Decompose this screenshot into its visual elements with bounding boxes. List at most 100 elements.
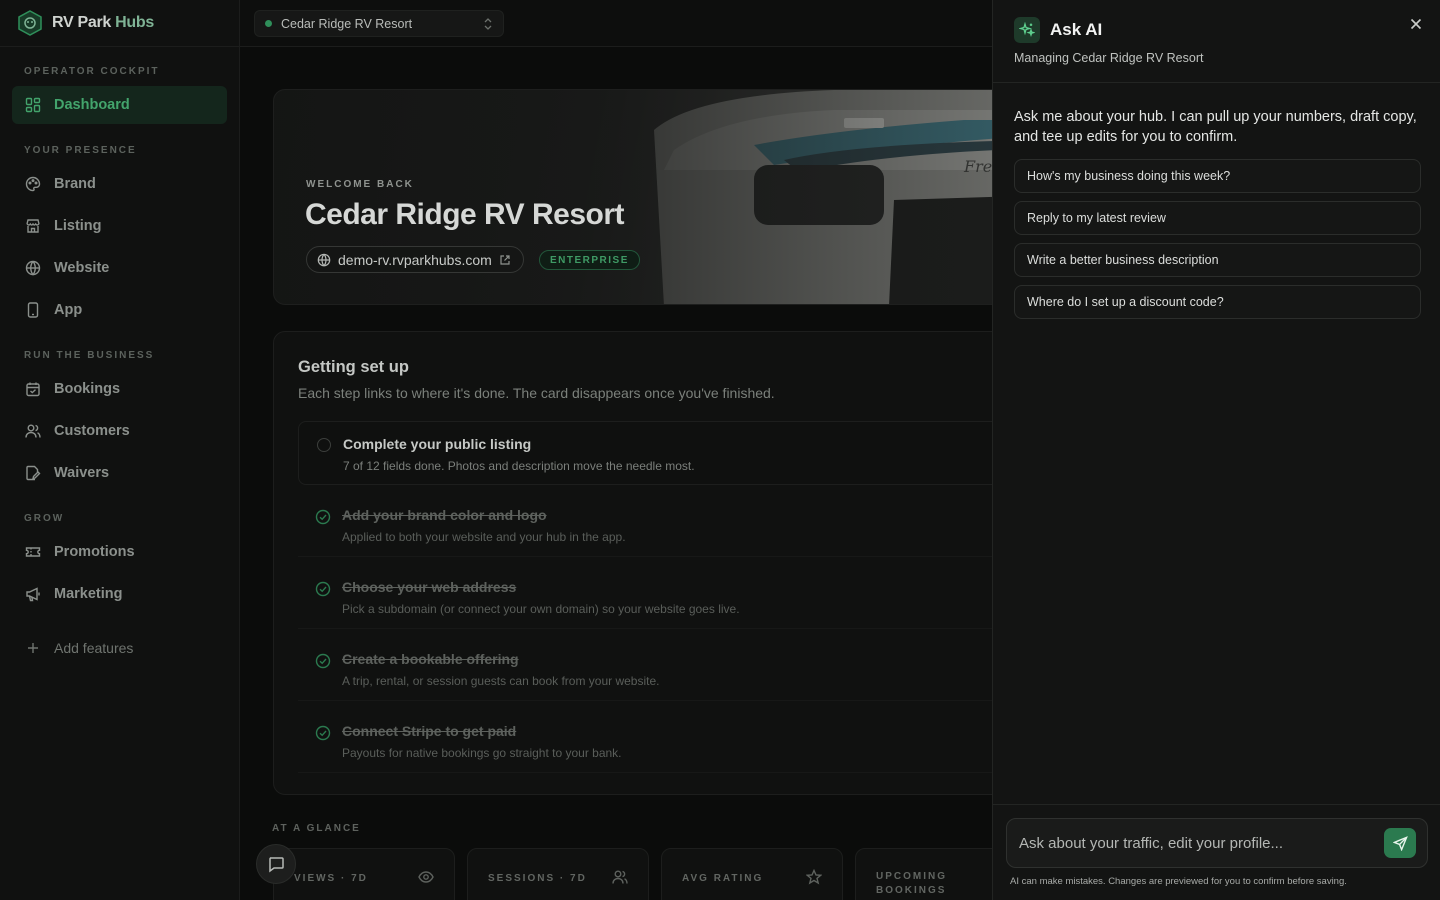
stat-card-views[interactable]: VIEWS · 7D [273,848,455,900]
stat-label: UPCOMING BOOKINGS [876,871,947,896]
setup-step-title: Connect Stripe to get paid [342,723,517,739]
welcome-hero: Fre WELCOME BACK Cedar Ridge RV Resort d… [273,89,1033,305]
brand-name: RV Park Hubs [52,14,154,31]
sidebar-item-promotions[interactable]: Promotions [12,533,227,571]
megaphone-icon [24,585,42,603]
setup-title: Getting set up [298,358,409,376]
sidebar-item-dashboard[interactable]: Dashboard [12,86,227,124]
check-circle-icon [315,509,331,525]
sidebar-item-label: Promotions [54,544,135,560]
setup-step-listing[interactable]: Complete your public listing 7 of 12 fie… [298,421,1018,485]
eye-icon [418,871,434,883]
setup-step-brand[interactable]: Add your brand color and logo Applied to… [298,493,1018,557]
sidebar-item-label: Brand [54,176,96,192]
external-link-icon [500,254,510,265]
setup-step-title: Choose your web address [342,579,517,595]
sidebar-item-website[interactable]: Website [12,249,227,287]
star-icon [806,869,822,885]
setup-step-web-address[interactable]: Choose your web address Pick a subdomain… [298,565,1018,629]
globe-icon [24,259,42,277]
ask-ai-input[interactable] [1007,819,1377,867]
document-sign-icon [24,464,42,482]
section-label-operator-cockpit: OPERATOR COCKPIT [24,66,160,77]
globe-icon [317,253,331,267]
sidebar-item-label: App [54,302,83,318]
setup-step-title: Create a bookable offering [342,651,519,667]
stat-card-avg-rating[interactable]: AVG RATING [661,848,843,900]
status-dot [265,20,272,27]
setup-step-desc: Payouts for native bookings go straight … [342,746,622,760]
sidebar: RV Park Hubs OPERATOR COCKPIT Dashboard … [0,0,240,900]
suggestion-chip[interactable]: Write a better business description [1014,243,1421,277]
panel-title: Ask AI [1050,20,1103,39]
getting-set-up-card: Getting set up Each step links to where … [273,331,1033,795]
sidebar-item-label: Add features [54,640,134,656]
brand-logo-row[interactable]: RV Park Hubs [0,0,239,47]
ticket-icon [24,543,42,561]
palette-icon [24,175,42,193]
section-label-your-presence: YOUR PRESENCE [24,145,137,156]
sidebar-item-label: Marketing [54,586,123,602]
setup-step-desc: Pick a subdomain (or connect your own do… [342,602,740,616]
users-icon [24,422,42,440]
hero-title: Cedar Ridge RV Resort [305,198,625,231]
domain-link[interactable]: demo-rv.rvparkhubs.com [306,246,524,273]
sidebar-item-customers[interactable]: Customers [12,412,227,450]
sidebar-item-label: Bookings [54,381,121,397]
sidebar-item-label: Customers [54,423,130,439]
section-label-run-the-business: RUN THE BUSINESS [24,350,155,361]
close-button[interactable] [1408,16,1424,32]
composer-area: AI can make mistakes. Changes are previe… [993,804,1440,900]
send-icon [1392,835,1408,851]
stat-label: AVG RATING [682,873,764,884]
stat-label: SESSIONS · 7D [488,873,587,884]
chat-bubble-icon [269,857,284,873]
sidebar-item-marketing[interactable]: Marketing [12,575,227,613]
resort-selector[interactable]: Cedar Ridge RV Resort [254,10,504,37]
domain-text: demo-rv.rvparkhubs.com [338,251,492,268]
setup-subtitle: Each step links to where it's done. The … [298,385,775,401]
chevron-up-down-icon [484,18,492,30]
sidebar-item-brand[interactable]: Brand [12,165,227,203]
composer [1006,818,1428,868]
sidebar-item-label: Website [54,260,110,276]
suggestion-chip[interactable]: Reply to my latest review [1014,201,1421,235]
calendar-icon [24,380,42,398]
sidebar-item-bookings[interactable]: Bookings [12,370,227,408]
sidebar-item-waivers[interactable]: Waivers [12,454,227,492]
setup-step-desc: A trip, rental, or session guests can bo… [342,674,660,688]
empty-circle-icon [317,438,331,452]
ask-ai-header: Ask AI Managing Cedar Ridge RV Resort [993,0,1440,83]
close-icon [1410,18,1422,30]
chat-launcher-button[interactable] [256,844,296,884]
setup-step-desc: 7 of 12 fields done. Photos and descript… [343,459,695,473]
resort-selector-value: Cedar Ridge RV Resort [281,16,413,31]
sidebar-item-label: Listing [54,218,102,234]
logo-icon [18,10,42,36]
users-icon [612,870,628,884]
ai-disclaimer: AI can make mistakes. Changes are previe… [1010,876,1347,887]
ask-ai-panel: Ask AI Managing Cedar Ridge RV Resort As… [992,0,1440,900]
hero-eyebrow: WELCOME BACK [306,179,414,190]
assistant-intro-message: Ask me about your hub. I can pull up you… [1014,109,1417,145]
check-circle-icon [315,725,331,741]
panel-subtitle: Managing Cedar Ridge RV Resort [1014,51,1204,65]
sidebar-item-label: Waivers [54,465,110,481]
sidebar-item-add-features[interactable]: Add features [12,629,227,667]
setup-step-stripe[interactable]: Connect Stripe to get paid Payouts for n… [298,709,1018,773]
check-circle-icon [315,653,331,669]
suggestion-chip[interactable]: Where do I set up a discount code? [1014,285,1421,319]
check-circle-icon [315,581,331,597]
sidebar-item-app[interactable]: App [12,291,227,329]
section-label-grow: GROW [24,513,65,524]
suggestion-chip[interactable]: How's my business doing this week? [1014,159,1421,193]
setup-step-title: Complete your public listing [343,436,532,452]
sidebar-item-listing[interactable]: Listing [12,207,227,245]
stat-card-sessions[interactable]: SESSIONS · 7D [467,848,649,900]
stat-label: VIEWS · 7D [294,873,368,884]
at-a-glance-label: AT A GLANCE [272,823,361,834]
setup-step-offering[interactable]: Create a bookable offering A trip, renta… [298,637,1018,701]
send-button[interactable] [1384,828,1416,858]
dashboard-icon [24,96,42,114]
phone-icon [24,301,42,319]
